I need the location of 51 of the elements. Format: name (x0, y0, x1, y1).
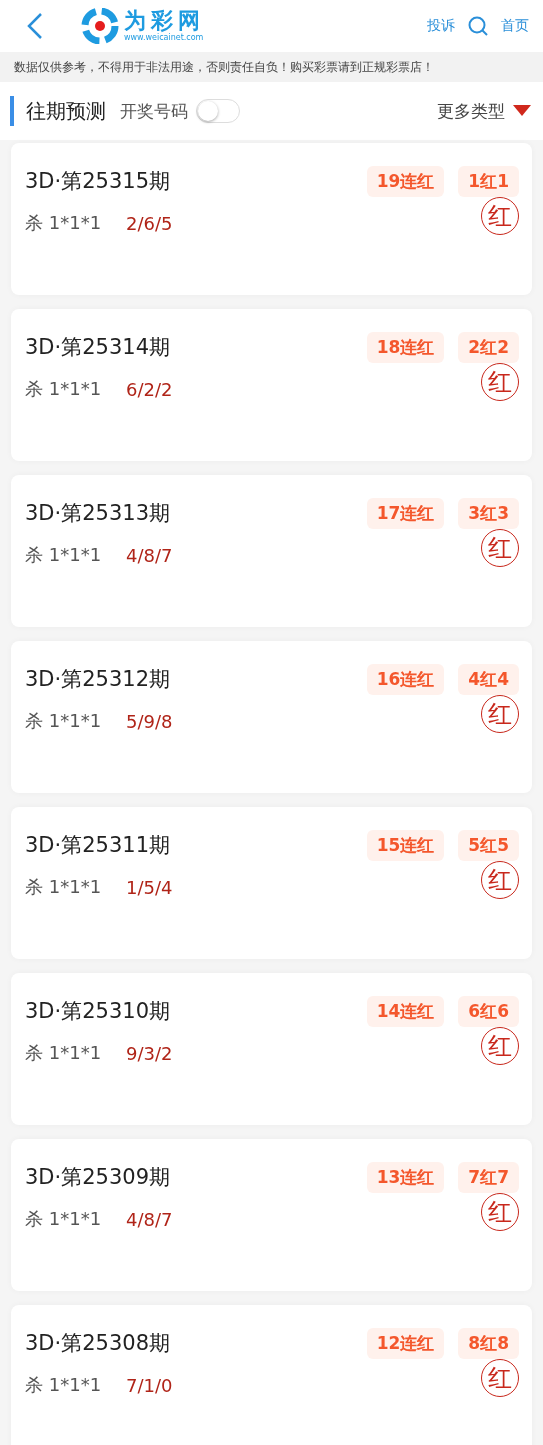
logo-name: 为彩网 (124, 9, 205, 33)
complaint-link[interactable]: 投诉 (427, 17, 455, 35)
hit-ratio-tag: 7红7 (458, 1161, 519, 1193)
toggle-label: 开奖号码 (120, 99, 188, 123)
more-types-dropdown[interactable]: 更多类型 (437, 99, 531, 123)
home-link[interactable]: 首页 (501, 17, 529, 35)
streak-tag: 14连红 (366, 995, 445, 1027)
hit-ratio-tag: 4红4 (458, 663, 519, 695)
pick-label: 杀 1*1*1 (25, 1373, 102, 1397)
pick-label: 杀 1*1*1 (25, 709, 102, 733)
pick-label: 杀 1*1*1 (25, 377, 102, 401)
period-title: 3D·第25312期 (25, 666, 170, 693)
hit-ratio-tag: 1红1 (458, 165, 519, 197)
hit-ratio-tag: 8红8 (458, 1327, 519, 1359)
draw-numbers: 7/1/0 (126, 1374, 173, 1396)
caret-icon (513, 105, 531, 117)
hit-ratio-tag: 3红3 (458, 497, 519, 529)
draw-numbers: 4/8/7 (126, 1208, 173, 1230)
draw-numbers: 4/8/7 (126, 544, 173, 566)
period-title: 3D·第25310期 (25, 998, 170, 1025)
period-title: 3D·第25313期 (25, 500, 170, 527)
streak-tag: 19连红 (366, 165, 445, 197)
pick-label: 杀 1*1*1 (25, 543, 102, 567)
period-title: 3D·第25314期 (25, 334, 170, 361)
hit-ratio-tag: 5红5 (458, 829, 519, 861)
logo-icon (80, 8, 120, 44)
draw-numbers: 1/5/4 (126, 876, 173, 898)
draw-numbers: 6/2/2 (126, 378, 173, 400)
draw-numbers: 9/3/2 (126, 1042, 173, 1064)
draw-numbers: 2/6/5 (126, 212, 173, 234)
streak-tag: 17连红 (366, 497, 445, 529)
streak-tag: 13连红 (366, 1161, 445, 1193)
period-title: 3D·第25315期 (25, 168, 170, 195)
streak-tag: 15连红 (366, 829, 445, 861)
period-title: 3D·第25308期 (25, 1330, 170, 1357)
draw-numbers: 5/9/8 (126, 710, 173, 732)
streak-tag: 18连红 (366, 331, 445, 363)
pick-label: 杀 1*1*1 (25, 1207, 102, 1231)
period-title: 3D·第25311期 (25, 832, 170, 859)
hit-ratio-tag: 6红6 (458, 995, 519, 1027)
streak-tag: 12连红 (366, 1327, 445, 1359)
logo-url: www.weicainet.com (124, 33, 205, 43)
pick-label: 杀 1*1*1 (25, 211, 102, 235)
pick-label: 杀 1*1*1 (25, 875, 102, 899)
search-icon[interactable] (467, 15, 489, 37)
streak-tag: 16连红 (366, 663, 445, 695)
hit-ratio-tag: 2红2 (458, 331, 519, 363)
pick-label: 杀 1*1*1 (25, 1041, 102, 1065)
period-title: 3D·第25309期 (25, 1164, 170, 1191)
section-title: 往期预测 (26, 97, 106, 125)
toggle-switch[interactable] (196, 99, 240, 123)
